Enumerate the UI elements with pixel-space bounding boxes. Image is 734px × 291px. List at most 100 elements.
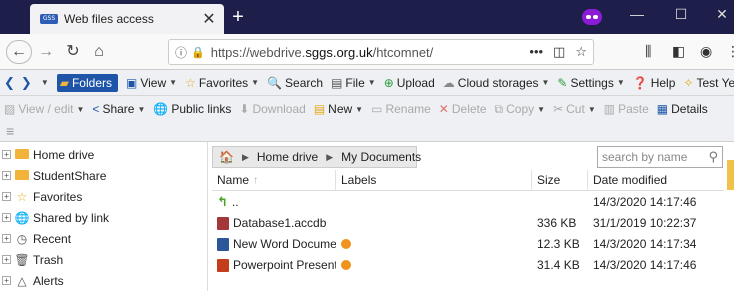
copy-button[interactable]: ⧉ Copy ▼ bbox=[495, 102, 546, 117]
file-size: 31.4 KB bbox=[537, 258, 580, 272]
table-row[interactable]: Database1.accdb 336 KB 31/1/2019 10:22:3… bbox=[212, 213, 724, 233]
sidebar-item-label: Shared by link bbox=[33, 210, 110, 225]
breadcrumb-home-drive[interactable]: Home drive bbox=[257, 150, 318, 164]
sidebar-item-label: Trash bbox=[33, 252, 64, 267]
help-button[interactable]: ❓ Help bbox=[633, 76, 676, 90]
file-size: 12.3 KB bbox=[537, 237, 580, 251]
close-window-button[interactable]: ✕ bbox=[712, 6, 732, 23]
expand-icon[interactable]: + bbox=[2, 255, 11, 264]
back-button[interactable]: ← bbox=[6, 40, 32, 64]
sidebar-item-trash[interactable]: + 🗑 Trash bbox=[0, 249, 207, 270]
page-actions-icon[interactable]: ••• bbox=[529, 44, 543, 60]
upload-button[interactable]: ⊕ Upload bbox=[384, 76, 435, 90]
breadcrumb-my-documents[interactable]: My Documents bbox=[341, 150, 421, 164]
chevron-right-icon: ▶ bbox=[241, 151, 249, 162]
details-button[interactable]: ▦ Details bbox=[657, 102, 708, 116]
sidebar-item-studentshare[interactable]: + StudentShare bbox=[0, 165, 207, 186]
pocket-icon[interactable]: ◫ bbox=[553, 44, 565, 60]
label-dot-icon[interactable] bbox=[341, 260, 351, 270]
breadcrumb: 🏠 ▶ Home drive ▶ My Documents bbox=[212, 146, 421, 168]
url-bar[interactable]: ⓘ 🔒 https://webdrive.sggs.org.uk/htcomne… bbox=[168, 39, 594, 65]
url-text[interactable]: https://webdrive.sggs.org.uk/htcomnet/ bbox=[211, 45, 434, 60]
download-button[interactable]: ⬇ Download bbox=[239, 102, 305, 116]
delete-icon: ✕ bbox=[438, 102, 449, 116]
home-icon[interactable]: 🏠 bbox=[219, 150, 234, 164]
search-input[interactable]: search by name ⚲ bbox=[597, 146, 723, 168]
bookmark-star-icon[interactable]: ☆ bbox=[575, 44, 587, 60]
column-header-labels[interactable]: Labels bbox=[336, 169, 532, 191]
file-date: 14/3/2020 14:17:46 bbox=[593, 258, 697, 272]
minimize-button[interactable]: — bbox=[627, 6, 647, 22]
settings-menu[interactable]: ✎ Settings ▼ bbox=[557, 76, 624, 90]
expand-icon[interactable]: + bbox=[2, 276, 11, 285]
expand-icon[interactable]: + bbox=[2, 150, 11, 159]
view-edit-button[interactable]: ▨ View / edit ▼ bbox=[4, 102, 84, 116]
folder-icon bbox=[14, 169, 30, 183]
view-menu[interactable]: ▣ View ▼ bbox=[126, 76, 177, 90]
share-icon: < bbox=[92, 102, 100, 116]
expand-icon[interactable]: + bbox=[2, 171, 11, 180]
rename-icon: ▭ bbox=[371, 102, 383, 116]
delete-button[interactable]: ✕ Delete bbox=[439, 102, 487, 116]
chevron-right-icon: ▶ bbox=[326, 151, 334, 162]
file-name: Powerpoint Present... bbox=[233, 258, 336, 272]
folders-button[interactable]: ▰ Folders bbox=[56, 73, 118, 92]
library-icon[interactable]: ⫼ bbox=[645, 43, 651, 60]
column-header-size[interactable]: Size bbox=[532, 169, 588, 191]
expand-icon[interactable]: + bbox=[2, 213, 11, 222]
account-icon[interactable]: ◉ bbox=[700, 43, 712, 60]
tab-close-icon[interactable]: ✕ bbox=[202, 9, 216, 29]
file-date: 14/3/2020 14:17:34 bbox=[593, 237, 697, 251]
upload-icon: ⊕ bbox=[383, 75, 394, 90]
table-header: Name ↑ Labels Size Date modified bbox=[212, 169, 724, 191]
menu-icon[interactable]: ⋮ bbox=[726, 43, 734, 60]
sidebar-item-shared-by-link[interactable]: + 🌐 Shared by link bbox=[0, 207, 207, 228]
new-menu[interactable]: ▤ New ▼ bbox=[314, 102, 363, 116]
rename-button[interactable]: ▭ Rename bbox=[371, 102, 431, 116]
tab-web-files-access[interactable]: GSS Web files access ✕ bbox=[30, 4, 224, 34]
sidebar-item-home-drive[interactable]: + Home drive bbox=[0, 144, 207, 165]
download-icon: ⬇ bbox=[239, 102, 250, 116]
maximize-button[interactable]: ☐ bbox=[671, 6, 691, 23]
test-year-button[interactable]: ✧Test Year bbox=[683, 76, 734, 90]
more-menu-icon[interactable]: ≡ bbox=[6, 123, 14, 139]
sidebar-item-favorites[interactable]: + ☆ Favorites bbox=[0, 186, 207, 207]
column-header-name[interactable]: Name ↑ bbox=[212, 169, 336, 191]
file-menu[interactable]: ▤ File ▼ bbox=[331, 76, 376, 90]
public-links-button[interactable]: 🌐 Public links bbox=[153, 102, 231, 116]
table-row[interactable]: Powerpoint Present... 31.4 KB 14/3/2020 … bbox=[212, 255, 724, 275]
label-dot-icon[interactable] bbox=[341, 239, 351, 249]
private-browsing-icon bbox=[582, 9, 602, 25]
table-row[interactable]: ↰.. 14/3/2020 14:17:46 bbox=[212, 192, 724, 212]
search-button[interactable]: 🔍 Search bbox=[267, 76, 323, 90]
reload-button[interactable]: ↻ bbox=[62, 40, 84, 64]
access-file-icon bbox=[217, 216, 229, 230]
paste-button[interactable]: ▥ Paste bbox=[604, 102, 649, 116]
share-button[interactable]: < Share ▼ bbox=[92, 102, 145, 116]
sidebar-item-recent[interactable]: + ◷ Recent bbox=[0, 228, 207, 249]
settings-icon: ✎ bbox=[557, 75, 568, 90]
cloud-storages-menu[interactable]: ☁ Cloud storages ▼ bbox=[443, 76, 550, 90]
navigation-bar: ← → ↻ ⌂ ⓘ 🔒 https://webdrive.sggs.org.uk… bbox=[0, 34, 734, 70]
sidebar-item-alerts[interactable]: + △ Alerts bbox=[0, 270, 207, 291]
forward-arrow-icon[interactable]: ❯ bbox=[21, 75, 32, 91]
site-favicon-icon: GSS bbox=[40, 14, 58, 24]
expand-icon[interactable]: + bbox=[2, 192, 11, 201]
sidebar-toggle-icon[interactable]: ◧ bbox=[672, 43, 685, 60]
star-icon: ☆ bbox=[185, 75, 196, 90]
home-button[interactable]: ⌂ bbox=[88, 40, 110, 64]
file-name: Database1.accdb bbox=[233, 216, 327, 230]
cut-button[interactable]: ✂ Cut ▼ bbox=[553, 102, 596, 116]
side-panel-handle[interactable] bbox=[727, 160, 734, 190]
history-dropdown[interactable]: ▼ bbox=[38, 78, 49, 87]
favorites-menu[interactable]: ☆ Favorites ▼ bbox=[185, 76, 259, 90]
search-icon[interactable]: ⚲ bbox=[708, 149, 718, 165]
table-row[interactable]: New Word Docume... 12.3 KB 14/3/2020 14:… bbox=[212, 234, 724, 254]
new-tab-button[interactable]: + bbox=[228, 6, 248, 29]
breadcrumb-bar: 🏠 ▶ Home drive ▶ My Documents search by … bbox=[212, 146, 724, 168]
expand-icon[interactable]: + bbox=[2, 234, 11, 243]
back-arrow-icon[interactable]: ❮ bbox=[4, 75, 15, 91]
forward-button[interactable]: → bbox=[36, 40, 56, 64]
site-info-icon[interactable]: ⓘ bbox=[175, 44, 187, 61]
column-header-date[interactable]: Date modified bbox=[588, 170, 724, 191]
